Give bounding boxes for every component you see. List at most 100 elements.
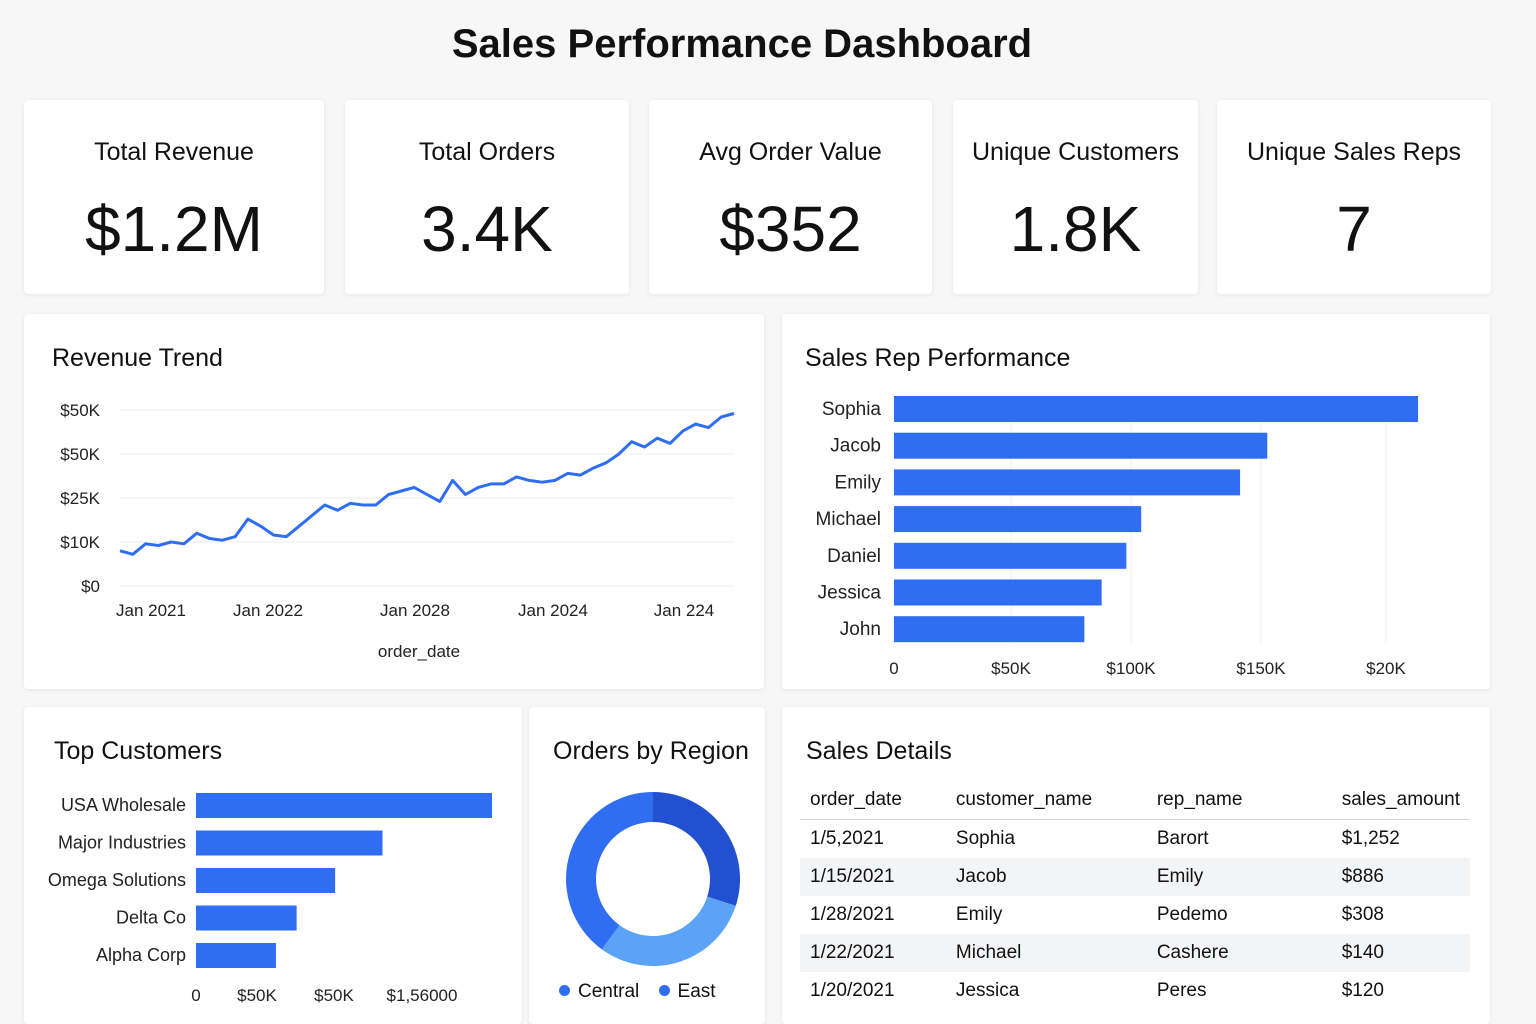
table-row[interactable]: 1/5,2021 Sophia Barort $1,252 bbox=[800, 820, 1470, 859]
column-header[interactable]: customer_name bbox=[945, 783, 1147, 820]
category-label: Daniel bbox=[827, 546, 881, 567]
kpi-label: Avg Order Value bbox=[699, 138, 882, 166]
kpi-value: 7 bbox=[1336, 193, 1372, 265]
sales-rep-chart: 0 $50K $100K $150K $20K Sophia Jacob Emily Micha… bbox=[816, 394, 1419, 678]
column-header[interactable]: rep_name bbox=[1146, 783, 1332, 820]
kpi-card-avg-order-value: Avg Order Value $352 bbox=[649, 100, 932, 294]
revenue-trend-chart: $0 $10K $25K $50K $50K Jan 2021 Jan 2022 Jan 20… bbox=[60, 401, 735, 661]
kpi-card-unique-customers: Unique Customers 1.8K bbox=[953, 100, 1198, 294]
orders-by-region-panel: Orders by Region Central East bbox=[529, 707, 765, 1024]
cell-rep-name: Cashere bbox=[1146, 934, 1332, 972]
orders-by-region-donut bbox=[566, 792, 740, 966]
x-axis-label: order_date bbox=[378, 642, 460, 661]
kpi-value: 1.8K bbox=[1009, 193, 1142, 265]
cell-customer-name: Michael bbox=[945, 934, 1147, 972]
table-row[interactable]: 1/28/2021 Emily Pedemo $308 bbox=[800, 896, 1470, 934]
cell-customer-name: Emily bbox=[955, 904, 1003, 925]
top-customers-panel: Top Customers USA Wholesale Major Industr… bbox=[24, 707, 522, 1024]
kpi-card-total-orders: Total Orders 3.4K bbox=[345, 100, 629, 294]
cell-rep-name: Barort bbox=[1156, 828, 1209, 849]
sales-rep-performance-panel: Sales Rep Performance 0 $50K $100K $150K $20… bbox=[782, 314, 1490, 689]
kpi-value: $1.2M bbox=[85, 193, 263, 265]
cell-order-date: 1/15/2021 bbox=[800, 858, 946, 896]
category-label: Sophia bbox=[822, 399, 882, 420]
cell-order-date: 1/20/2021 bbox=[810, 980, 895, 1001]
bar-sophia bbox=[894, 396, 1419, 422]
top-customers-chart: USA Wholesale Major Industries Omega Solut… bbox=[48, 793, 492, 1005]
kpi-card-total-revenue: Total Revenue $1.2M bbox=[24, 100, 324, 294]
x-tick-label: Jan 2028 bbox=[380, 601, 450, 620]
bar-customer bbox=[196, 868, 336, 893]
category-label: USA Wholesale bbox=[61, 795, 186, 815]
bar-john bbox=[894, 616, 1085, 643]
category-label: Major Industries bbox=[58, 833, 186, 853]
x-tick-label: 0 bbox=[889, 659, 898, 678]
cell-order-date: 1/5,2021 bbox=[810, 828, 884, 849]
legend-dot-east bbox=[658, 985, 670, 997]
bar-jessica bbox=[894, 579, 1102, 606]
x-tick-label: 0 bbox=[191, 986, 200, 1005]
column-header[interactable]: sales_amount bbox=[1331, 783, 1470, 820]
bar-michael bbox=[894, 506, 1142, 533]
region-legend: Central East bbox=[559, 981, 716, 1003]
bar-emily bbox=[894, 469, 1241, 496]
sales-details-panel: Sales Details order_date customer_name r… bbox=[782, 707, 1490, 1024]
category-label: Omega Solutions bbox=[48, 870, 186, 890]
x-tick-label: Jan 2022 bbox=[233, 601, 303, 620]
table-row[interactable]: 1/15/2021 Jacob Emily $886 bbox=[800, 858, 1470, 896]
table-row[interactable]: 1/20/2021 Jessica Peres $120 bbox=[800, 972, 1470, 1010]
sales-details-title: Sales Details bbox=[806, 737, 952, 765]
legend-label: Central bbox=[578, 981, 640, 1002]
kpi-label: Unique Customers bbox=[971, 138, 1180, 166]
cell-rep-name: Emily bbox=[1146, 858, 1332, 896]
x-tick-label: $50K bbox=[237, 986, 277, 1005]
bar-customer bbox=[196, 830, 383, 856]
category-label: John bbox=[840, 619, 881, 640]
legend-label: East bbox=[677, 981, 716, 1002]
x-tick-label: $20K bbox=[1366, 659, 1406, 678]
cell-customer-name: Jessica bbox=[955, 980, 1020, 1001]
revenue-trend-panel: Revenue Trend $0 $10K $25K $50K $50K Jan 2021… bbox=[24, 314, 764, 689]
category-label: Emily bbox=[835, 472, 882, 493]
kpi-label: Unique Sales Reps bbox=[1246, 138, 1461, 166]
cell-sales-amount: $308 bbox=[1341, 904, 1384, 925]
kpi-card-unique-sales-reps: Unique Sales Reps 7 bbox=[1217, 100, 1491, 294]
category-label: Delta Co bbox=[116, 908, 186, 928]
cell-rep-name: Pedemo bbox=[1156, 904, 1228, 925]
kpi-label: Total Orders bbox=[418, 138, 556, 166]
donut-slice-central bbox=[601, 896, 736, 966]
cell-sales-amount: $1,252 bbox=[1341, 828, 1400, 849]
cell-sales-amount: $886 bbox=[1331, 858, 1470, 896]
kpi-value: 3.4K bbox=[421, 193, 553, 265]
x-tick-label: $100K bbox=[1106, 659, 1156, 678]
cell-customer-name: Jacob bbox=[945, 858, 1147, 896]
bar-daniel bbox=[894, 542, 1127, 569]
category-label: Michael bbox=[816, 509, 881, 530]
cell-sales-amount: $120 bbox=[1341, 980, 1384, 1001]
category-label: Alpha Corp bbox=[96, 945, 186, 965]
x-tick-label: Jan 2024 bbox=[518, 601, 588, 620]
bar-customer bbox=[196, 943, 276, 968]
kpi-value: $352 bbox=[719, 193, 862, 265]
x-tick-label: $50K bbox=[314, 986, 354, 1005]
donut-slice-other bbox=[566, 792, 653, 950]
cell-rep-name: Peres bbox=[1156, 980, 1207, 1001]
column-header[interactable]: order_date bbox=[800, 783, 946, 820]
legend-item-east: East bbox=[658, 981, 716, 1002]
category-label: Jacob bbox=[830, 436, 881, 457]
table-row[interactable]: 1/22/2021 Michael Cashere $140 bbox=[800, 934, 1470, 972]
y-tick-label: $0 bbox=[81, 577, 100, 596]
x-tick-label: $1,56000 bbox=[387, 986, 458, 1005]
category-label: Jessica bbox=[818, 583, 882, 604]
bar-customer bbox=[196, 905, 297, 931]
y-tick-label: $10K bbox=[60, 533, 100, 552]
y-tick-label: $50K bbox=[60, 445, 100, 464]
bar-jacob bbox=[894, 432, 1268, 459]
cell-customer-name: Sophia bbox=[955, 828, 1016, 849]
x-tick-label: $50K bbox=[991, 659, 1031, 678]
page-title: Sales Performance Dashboard bbox=[451, 22, 1033, 66]
legend-item-central: Central bbox=[559, 981, 639, 1002]
bar-customer bbox=[196, 793, 492, 818]
table-header-row: order_date customer_name rep_name sales_… bbox=[800, 783, 1470, 820]
cell-order-date: 1/22/2021 bbox=[800, 934, 946, 972]
